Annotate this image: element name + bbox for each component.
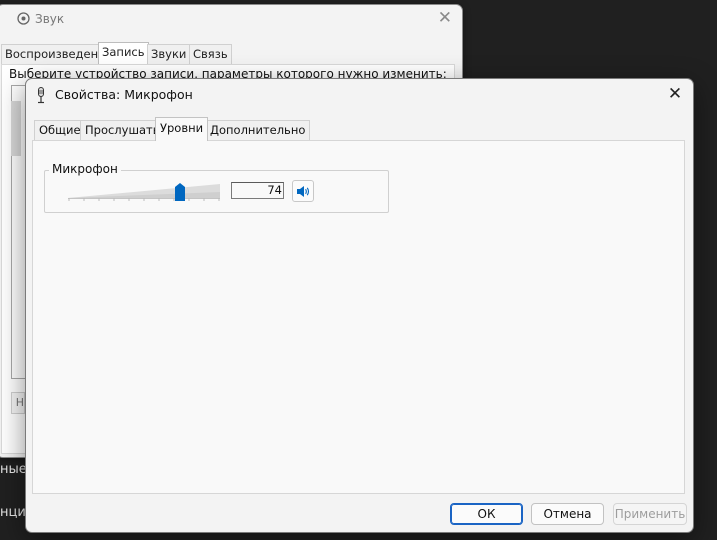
tab-levels[interactable]: Уровни — [155, 117, 209, 141]
microphone-volume-slider[interactable] — [68, 180, 220, 202]
close-icon[interactable]: ✕ — [663, 82, 687, 106]
tab-communications[interactable]: Связь — [189, 44, 232, 64]
tab-general[interactable]: Общие — [34, 120, 86, 140]
tab-listen[interactable]: Прослушать — [80, 120, 165, 140]
configure-button[interactable]: Н — [11, 392, 25, 414]
microphone-level-group: Микрофон 74 — [44, 162, 389, 213]
slider-track — [68, 184, 220, 201]
microphone-level-label: Микрофон — [49, 162, 121, 176]
speaker-icon — [17, 12, 30, 29]
microphone-level-value[interactable]: 74 — [231, 182, 284, 199]
tab-recording[interactable]: Запись — [98, 42, 149, 65]
sound-window-titlebar[interactable]: Звук ✕ — [0, 5, 462, 35]
sound-window-title: Звук — [35, 12, 65, 26]
device-list-scrollbar[interactable] — [11, 101, 21, 156]
tab-sounds[interactable]: Звуки — [147, 44, 191, 64]
ok-button[interactable]: ОК — [450, 503, 523, 525]
speaker-icon — [297, 186, 309, 197]
microphone-icon — [36, 87, 46, 104]
microphone-properties-dialog: Свойства: Микрофон ✕ Общие Прослушать Ур… — [25, 78, 694, 533]
dialog-titlebar[interactable]: Свойства: Микрофон ✕ — [26, 79, 693, 111]
tab-advanced[interactable]: Дополнительно — [205, 120, 311, 140]
cancel-button[interactable]: Отмена — [531, 503, 604, 525]
sound-window-close-icon[interactable]: ✕ — [438, 8, 452, 28]
background-text-1: ные — [0, 462, 27, 477]
slider-thumb[interactable] — [175, 183, 185, 201]
dialog-title: Свойства: Микрофон — [55, 87, 193, 102]
mute-button[interactable] — [292, 180, 314, 202]
apply-button[interactable]: Применить — [613, 503, 687, 525]
levels-panel: Микрофон 74 — [32, 140, 685, 494]
